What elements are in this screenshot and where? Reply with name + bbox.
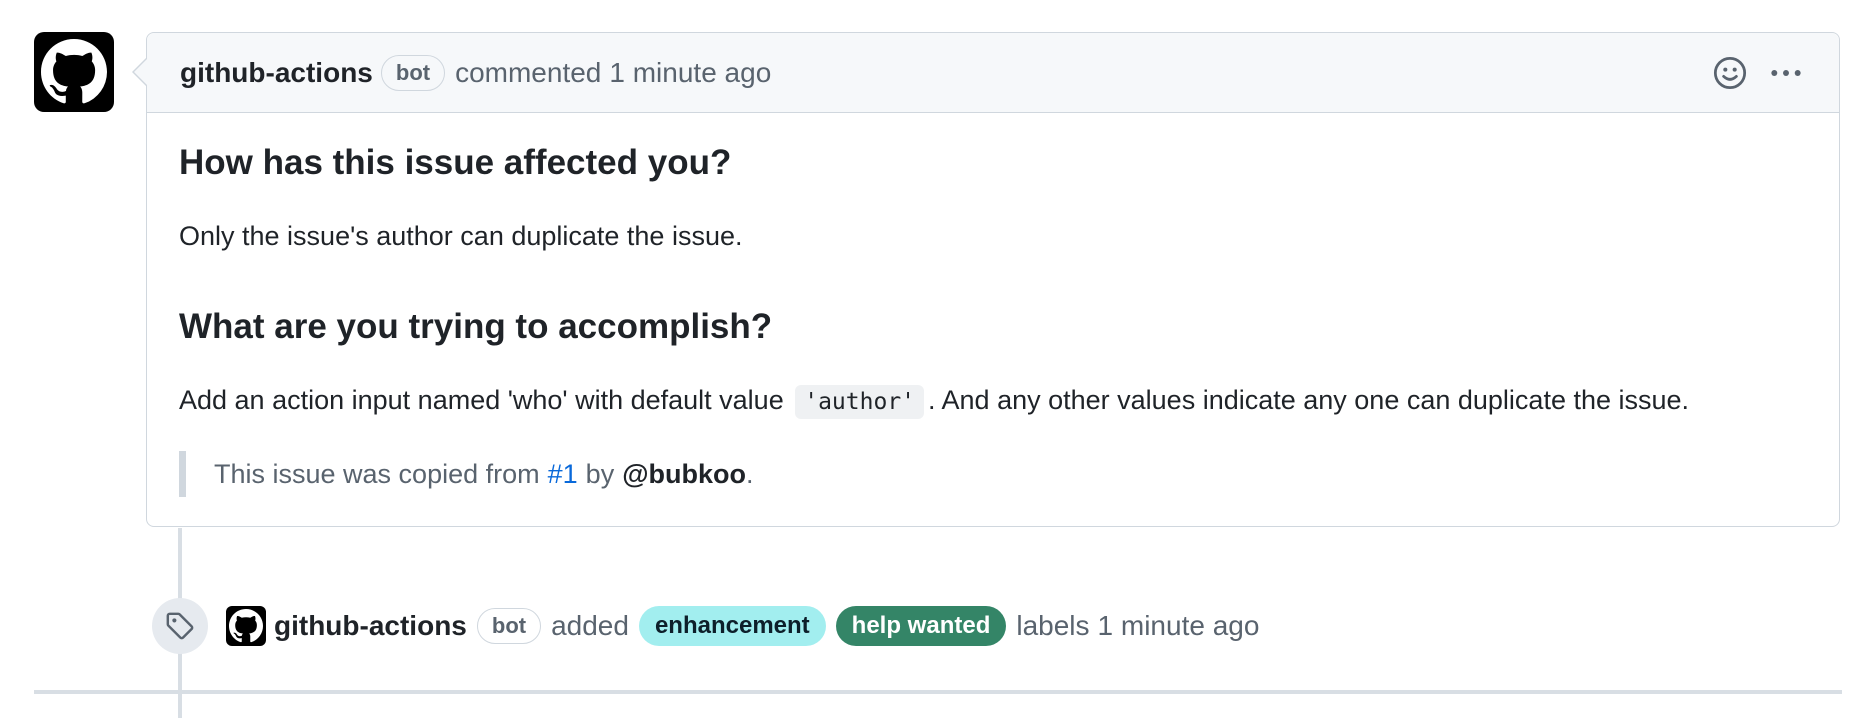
label-event: github-actions bot added enhancement hel… <box>152 598 1259 654</box>
event-badge <box>152 598 208 654</box>
comment-box: github-actions bot commented 1 minute ag… <box>132 32 1840 527</box>
smiley-icon <box>1713 56 1747 90</box>
add-reaction-button[interactable] <box>1713 56 1747 90</box>
event-action: added <box>551 610 629 641</box>
paragraph-2-text-after: . And any other values indicate any one … <box>928 385 1690 415</box>
avatar[interactable] <box>34 32 114 112</box>
comment-author[interactable]: github-actions <box>180 57 373 89</box>
body-paragraph-2: Add an action input named 'who' with def… <box>179 385 1690 419</box>
comment-pointer-fill <box>134 58 148 86</box>
body-heading-1: How has this issue affected you? <box>179 143 732 182</box>
event-time[interactable]: 1 minute ago <box>1098 610 1260 642</box>
kebab-horizontal-icon <box>1771 70 1801 76</box>
body-heading-2: What are you trying to accomplish? <box>179 307 773 346</box>
tag-icon <box>166 612 194 640</box>
comment-options-button[interactable] <box>1769 56 1803 90</box>
comment-header-actions <box>1713 33 1803 113</box>
label-help-wanted[interactable]: help wanted <box>835 606 1007 646</box>
timeline-divider <box>34 690 1842 694</box>
comment-header: github-actions bot commented 1 minute ag… <box>132 33 1839 113</box>
bot-badge: bot <box>476 608 542 644</box>
quote-prefix: This issue was copied from <box>214 458 540 489</box>
paragraph-2-text-before: Add an action input named 'who' with def… <box>179 385 784 415</box>
github-logo-icon <box>41 39 107 104</box>
body-paragraph-1: Only the issue's author can duplicate th… <box>179 221 743 251</box>
event-avatar[interactable] <box>226 606 266 646</box>
labels-word: labels <box>1016 610 1090 641</box>
quote-by: by <box>585 458 615 489</box>
label-enhancement[interactable]: enhancement <box>638 606 826 646</box>
inline-code: 'author' <box>795 385 925 419</box>
issue-link[interactable]: #1 <box>548 459 578 490</box>
comment-action: commented <box>455 57 602 88</box>
user-mention[interactable]: @bubkoo <box>622 459 746 490</box>
github-logo-icon <box>229 609 263 643</box>
quote-suffix: . <box>746 458 754 489</box>
comment-time[interactable]: 1 minute ago <box>609 57 771 89</box>
blockquote: This issue was copied from #1 by @bubkoo. <box>179 451 754 497</box>
bot-badge: bot <box>380 55 446 91</box>
comment-header-meta: github-actions bot commented 1 minute ag… <box>180 33 771 113</box>
event-author[interactable]: github-actions <box>274 610 467 642</box>
